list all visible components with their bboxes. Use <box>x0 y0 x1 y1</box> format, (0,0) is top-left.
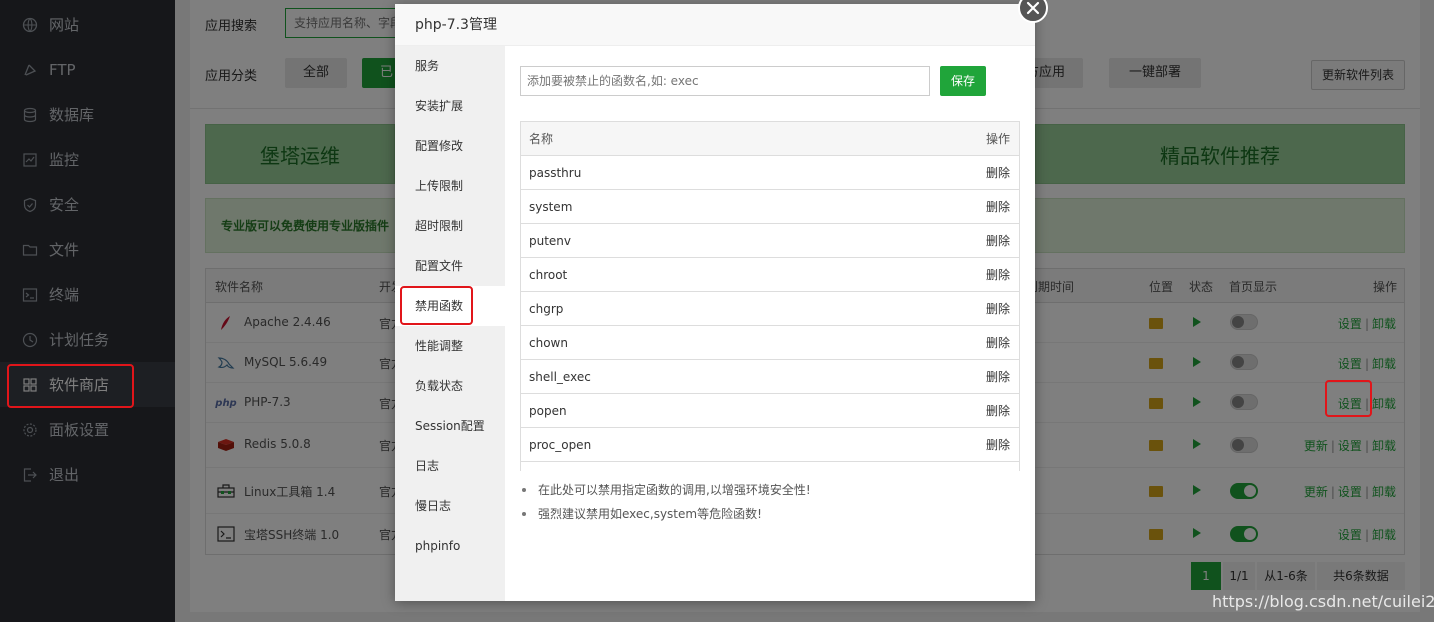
dialog-menu: 服务 安装扩展 配置修改 上传限制 超时限制 配置文件 禁用函数 性能调整 负载… <box>395 46 505 601</box>
table-row: shell_exec 删除 <box>521 360 1019 394</box>
delete-link[interactable]: 删除 <box>986 368 1010 385</box>
dialog-body: 保存 名称 操作 passthru 删除 system 删除 putenv 删除 ch… <box>505 46 1035 601</box>
menu-item-upload-limit[interactable]: 上传限制 <box>395 166 505 206</box>
col-name: 名称 <box>529 132 554 146</box>
menu-item-load-status[interactable]: 负载状态 <box>395 366 505 406</box>
menu-item-timeout-limit[interactable]: 超时限制 <box>395 206 505 246</box>
table-row: chgrp 删除 <box>521 292 1019 326</box>
function-name: proc_open <box>529 437 592 452</box>
col-action: 操作 <box>985 132 1010 146</box>
menu-item-extensions[interactable]: 安装扩展 <box>395 86 505 126</box>
menu-item-log[interactable]: 日志 <box>395 446 505 486</box>
tips-list: 在此处可以禁用指定函数的调用,以增强环境安全性! 强烈建议禁用如exec,sys… <box>520 478 811 526</box>
function-name: popen <box>529 403 567 418</box>
table-row <box>521 462 1019 471</box>
table-row: system 删除 <box>521 190 1019 224</box>
delete-link[interactable]: 删除 <box>986 164 1010 181</box>
menu-item-disabled-functions[interactable]: 禁用函数 <box>395 286 505 326</box>
table-row: chown 删除 <box>521 326 1019 360</box>
function-name: shell_exec <box>529 369 591 384</box>
function-name-input[interactable] <box>520 66 930 96</box>
table-row: putenv 删除 <box>521 224 1019 258</box>
function-name: passthru <box>529 165 582 180</box>
function-name: putenv <box>529 233 572 248</box>
table-row: popen 删除 <box>521 394 1019 428</box>
save-button[interactable]: 保存 <box>940 66 986 96</box>
watermark: https://blog.csdn.net/cuilei210 <box>1212 592 1434 611</box>
menu-item-performance[interactable]: 性能调整 <box>395 326 505 366</box>
close-icon <box>1026 1 1040 15</box>
delete-link[interactable]: 删除 <box>986 198 1010 215</box>
menu-item-service[interactable]: 服务 <box>395 46 505 86</box>
menu-item-phpinfo[interactable]: phpinfo <box>395 526 505 566</box>
function-name: chown <box>529 335 568 350</box>
delete-link[interactable]: 删除 <box>986 334 1010 351</box>
delete-link[interactable]: 删除 <box>986 232 1010 249</box>
php-manage-dialog: php-7.3管理 服务 安装扩展 配置修改 上传限制 超时限制 配置文件 禁用… <box>395 4 1035 601</box>
table-header: 名称 操作 <box>521 122 1019 156</box>
table-row: passthru 删除 <box>521 156 1019 190</box>
tip-item: 在此处可以禁用指定函数的调用,以增强环境安全性! <box>520 478 811 502</box>
function-name: chroot <box>529 267 568 282</box>
menu-item-config-file[interactable]: 配置文件 <box>395 246 505 286</box>
table-row: chroot 删除 <box>521 258 1019 292</box>
dialog-title: php-7.3管理 <box>395 4 1035 46</box>
menu-item-session-config[interactable]: Session配置 <box>395 406 505 446</box>
menu-item-slow-log[interactable]: 慢日志 <box>395 486 505 526</box>
delete-link[interactable]: 删除 <box>986 402 1010 419</box>
function-name: system <box>529 199 573 214</box>
function-name: chgrp <box>529 301 564 316</box>
disabled-functions-table: 名称 操作 passthru 删除 system 删除 putenv 删除 chroo… <box>520 121 1020 471</box>
delete-link[interactable]: 删除 <box>986 436 1010 453</box>
table-row: proc_open 删除 <box>521 428 1019 462</box>
delete-link[interactable]: 删除 <box>986 266 1010 283</box>
tip-item: 强烈建议禁用如exec,system等危险函数! <box>520 502 811 526</box>
menu-item-config-edit[interactable]: 配置修改 <box>395 126 505 166</box>
delete-link[interactable]: 删除 <box>986 300 1010 317</box>
